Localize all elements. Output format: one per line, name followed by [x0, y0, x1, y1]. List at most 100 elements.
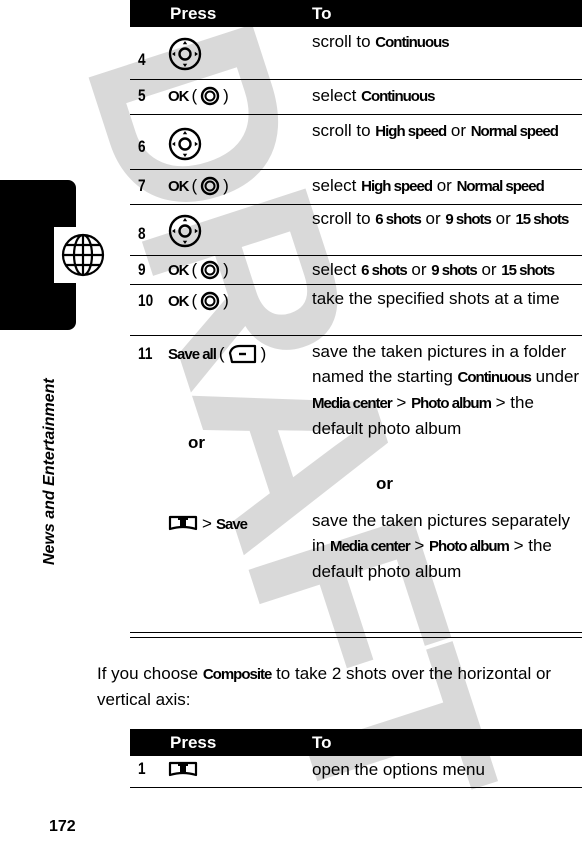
instruction-text: select [312, 86, 362, 105]
press-cell: OK() [168, 176, 232, 196]
center-select-icon [200, 291, 220, 311]
paren: ( [191, 86, 198, 105]
instruction-text: or [476, 260, 502, 279]
center-select-icon [200, 260, 220, 280]
key-label: OK [168, 87, 189, 105]
paren: ) [223, 260, 229, 279]
step-number: 1 [138, 759, 146, 778]
menu-option-name: 15 shots [501, 262, 555, 279]
key-label: OK [168, 177, 189, 195]
instruction-text: under [530, 367, 580, 386]
press-cell: OK() [168, 260, 232, 280]
page-number: 172 [49, 818, 76, 835]
press-cell: OK() [168, 291, 232, 311]
instruction-text: scroll to [312, 209, 376, 228]
globe-icon [54, 227, 112, 283]
table-row: 4 scroll to Continuous [130, 27, 582, 80]
paren: ) [223, 291, 229, 310]
instruction-text: scroll to [312, 32, 376, 51]
alt-press-cell: > Save [168, 514, 248, 534]
to-cell: scroll to Continuous [312, 29, 580, 55]
composite-keypress-table: Press To 1 open the options menu [130, 729, 582, 788]
menu-option-name: Photo album [411, 395, 492, 412]
menu-option-name: 15 shots [515, 211, 569, 228]
menu-option-name: Continuous [361, 88, 435, 105]
table-row: 6 scroll to High speed or Normal speed [130, 115, 582, 170]
composite-paragraph: If you choose Composite to take 2 shots … [97, 661, 582, 712]
menu-key-icon [168, 761, 198, 779]
table-row: 5 OK() select Continuous [130, 80, 582, 115]
table-row: 7 OK() select High speed or Normal speed [130, 170, 582, 205]
menu-option-name: Continuous [375, 34, 449, 51]
key-label: OK [168, 292, 189, 310]
header-to: To [312, 733, 332, 752]
paren: ( [191, 260, 198, 279]
step-number: 10 [138, 291, 154, 310]
key-label: Save all [168, 345, 217, 363]
menu-option-name: Composite [202, 666, 273, 683]
step-number: 9 [138, 260, 146, 279]
instruction-text: > [409, 536, 430, 555]
to-cell: select 6 shots or 9 shots or 15 shots [312, 257, 580, 283]
step-number: 6 [138, 137, 146, 156]
to-cell: select Continuous [312, 83, 580, 109]
left-soft-key-icon [228, 344, 258, 364]
paren: ) [223, 86, 229, 105]
to-cell: save the taken pictures in a folder name… [312, 339, 580, 441]
step-number: 8 [138, 224, 146, 243]
instruction-text: take the specified shots at a time [312, 289, 560, 308]
menu-option-name: 9 shots [431, 262, 478, 279]
instruction-text: scroll to [312, 121, 376, 140]
menu-option-name: Photo album [429, 538, 510, 555]
step-number: 5 [138, 86, 146, 105]
center-select-icon [200, 176, 220, 196]
menu-option-name: High speed [375, 123, 447, 140]
nav-key-icon [168, 214, 202, 248]
nav-key-icon [168, 127, 202, 161]
press-cell: OK() [168, 86, 232, 106]
step-number: 7 [138, 176, 146, 195]
paren: ( [191, 291, 198, 310]
paren: ( [218, 344, 225, 363]
menu-option-name: High speed [361, 178, 433, 195]
table-header: Press To [130, 0, 582, 27]
step-number: 4 [138, 50, 146, 69]
menu-option-name: Normal speed [456, 178, 545, 195]
instruction-text: select [312, 176, 362, 195]
table-row: 9 OK() select 6 shots or 9 shots or 15 sho… [130, 256, 582, 285]
key-label: OK [168, 261, 189, 279]
instruction-text: If you choose [97, 664, 203, 683]
instruction-text: or [406, 260, 432, 279]
instruction-text: or [490, 209, 516, 228]
table-row: 11 Save all() save the taken pictures in a… [130, 336, 582, 611]
header-press: Press [170, 4, 217, 23]
table-row: 1 open the options menu [130, 756, 582, 788]
to-cell: scroll to High speed or Normal speed [312, 118, 580, 144]
press-cell [168, 761, 198, 779]
press-cell: Save all() [168, 344, 269, 364]
menu-key-icon [168, 515, 198, 533]
table-row: 10 OK() take the specified shots at a time [130, 285, 582, 336]
to-cell: open the options menu [312, 757, 580, 782]
instruction-text: or [420, 209, 446, 228]
press-cell [168, 214, 202, 248]
table-end-rule [130, 632, 582, 638]
press-cell [168, 37, 202, 71]
paren: ) [260, 344, 267, 363]
chapter-title: News and Entertainment [41, 378, 58, 565]
to-cell: scroll to 6 shots or 9 shots or 15 shots [312, 206, 580, 232]
menu-option-name: Continuous [457, 369, 532, 386]
table-row: 8 scroll to 6 shots or 9 shots or 15 shot… [130, 205, 582, 256]
menu-option-name: Normal speed [470, 123, 559, 140]
press-cell [168, 127, 202, 161]
center-select-icon [200, 86, 220, 106]
alt-to-cell: save the taken pictures separately in Me… [312, 508, 580, 584]
menu-option-name: 6 shots [361, 262, 408, 279]
header-to: To [312, 4, 332, 23]
keypress-table: Press To 4 scroll to Continuous 5 OK() selec… [130, 0, 582, 611]
menu-option-name: 6 shots [375, 211, 422, 228]
nav-key-icon [168, 37, 202, 71]
instruction-text: > [391, 393, 412, 412]
menu-option-name: Media center [312, 395, 393, 412]
or-separator: or [376, 474, 393, 493]
